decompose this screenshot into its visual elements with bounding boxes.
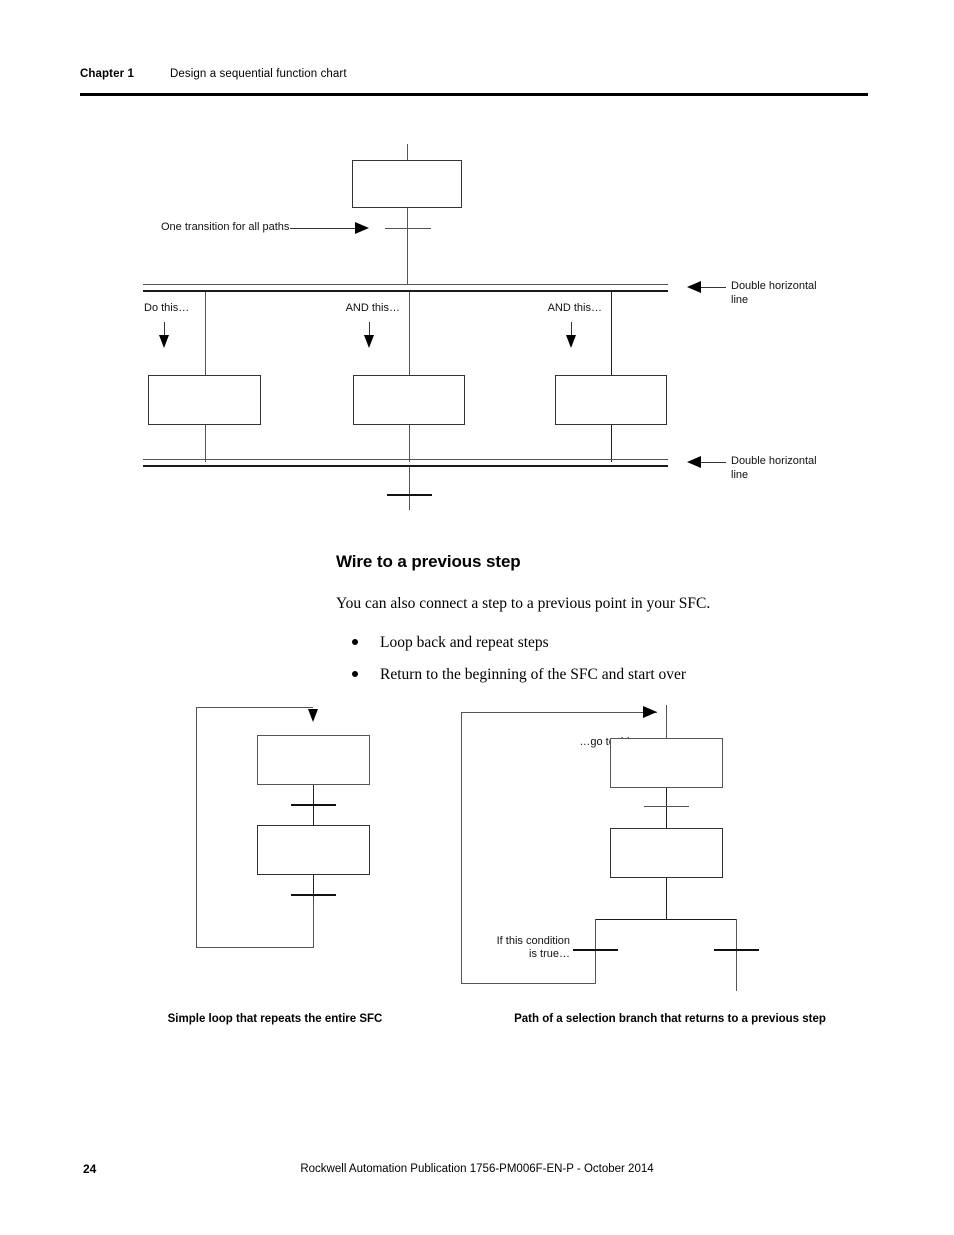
branch-link-2 (666, 878, 667, 920)
branch-step-box-1 (610, 738, 723, 788)
loop-step-box-2 (257, 825, 370, 875)
loop-return-riser (313, 893, 314, 948)
loop-arrowhead (308, 709, 318, 722)
selection-transition-tick-left (573, 949, 618, 951)
loop-left-segment (196, 707, 197, 948)
left-diagram-caption: Simple loop that repeats the entire SFC (167, 1013, 383, 1025)
branch-link-1 (666, 788, 667, 828)
loop-step-box-1 (257, 735, 370, 785)
selection-transition-tick-right (714, 949, 759, 951)
selection-divergence-line (595, 919, 737, 920)
right-diagram-caption: Path of a selection branch that returns … (514, 1013, 826, 1025)
loop-transition-tick-2 (291, 894, 336, 896)
document-page: Chapter 1 Design a sequential function c… (0, 0, 954, 1235)
selection-right-leg (736, 919, 737, 991)
branch-transition-tick-1 (644, 806, 689, 807)
loop-bottom-segment (196, 947, 313, 948)
selection-left-leg (595, 919, 596, 984)
selection-branch-return-diagram: …go to this step If this condition is tr… (440, 0, 954, 1060)
return-bottom-segment (461, 983, 595, 984)
loop-transition-tick-1 (291, 804, 336, 806)
loop-top-segment (196, 707, 313, 708)
simple-loop-diagram: Simple loop that repeats the entire SFC (0, 0, 460, 1060)
return-top-segment (461, 712, 657, 713)
footer-publication: Rockwell Automation Publication 1756-PM0… (300, 1163, 654, 1175)
return-arrowhead (643, 706, 657, 718)
main-entry-line (666, 705, 667, 738)
label-condition-true: If this condition is true… (496, 935, 570, 960)
branch-step-box-2 (610, 828, 723, 878)
